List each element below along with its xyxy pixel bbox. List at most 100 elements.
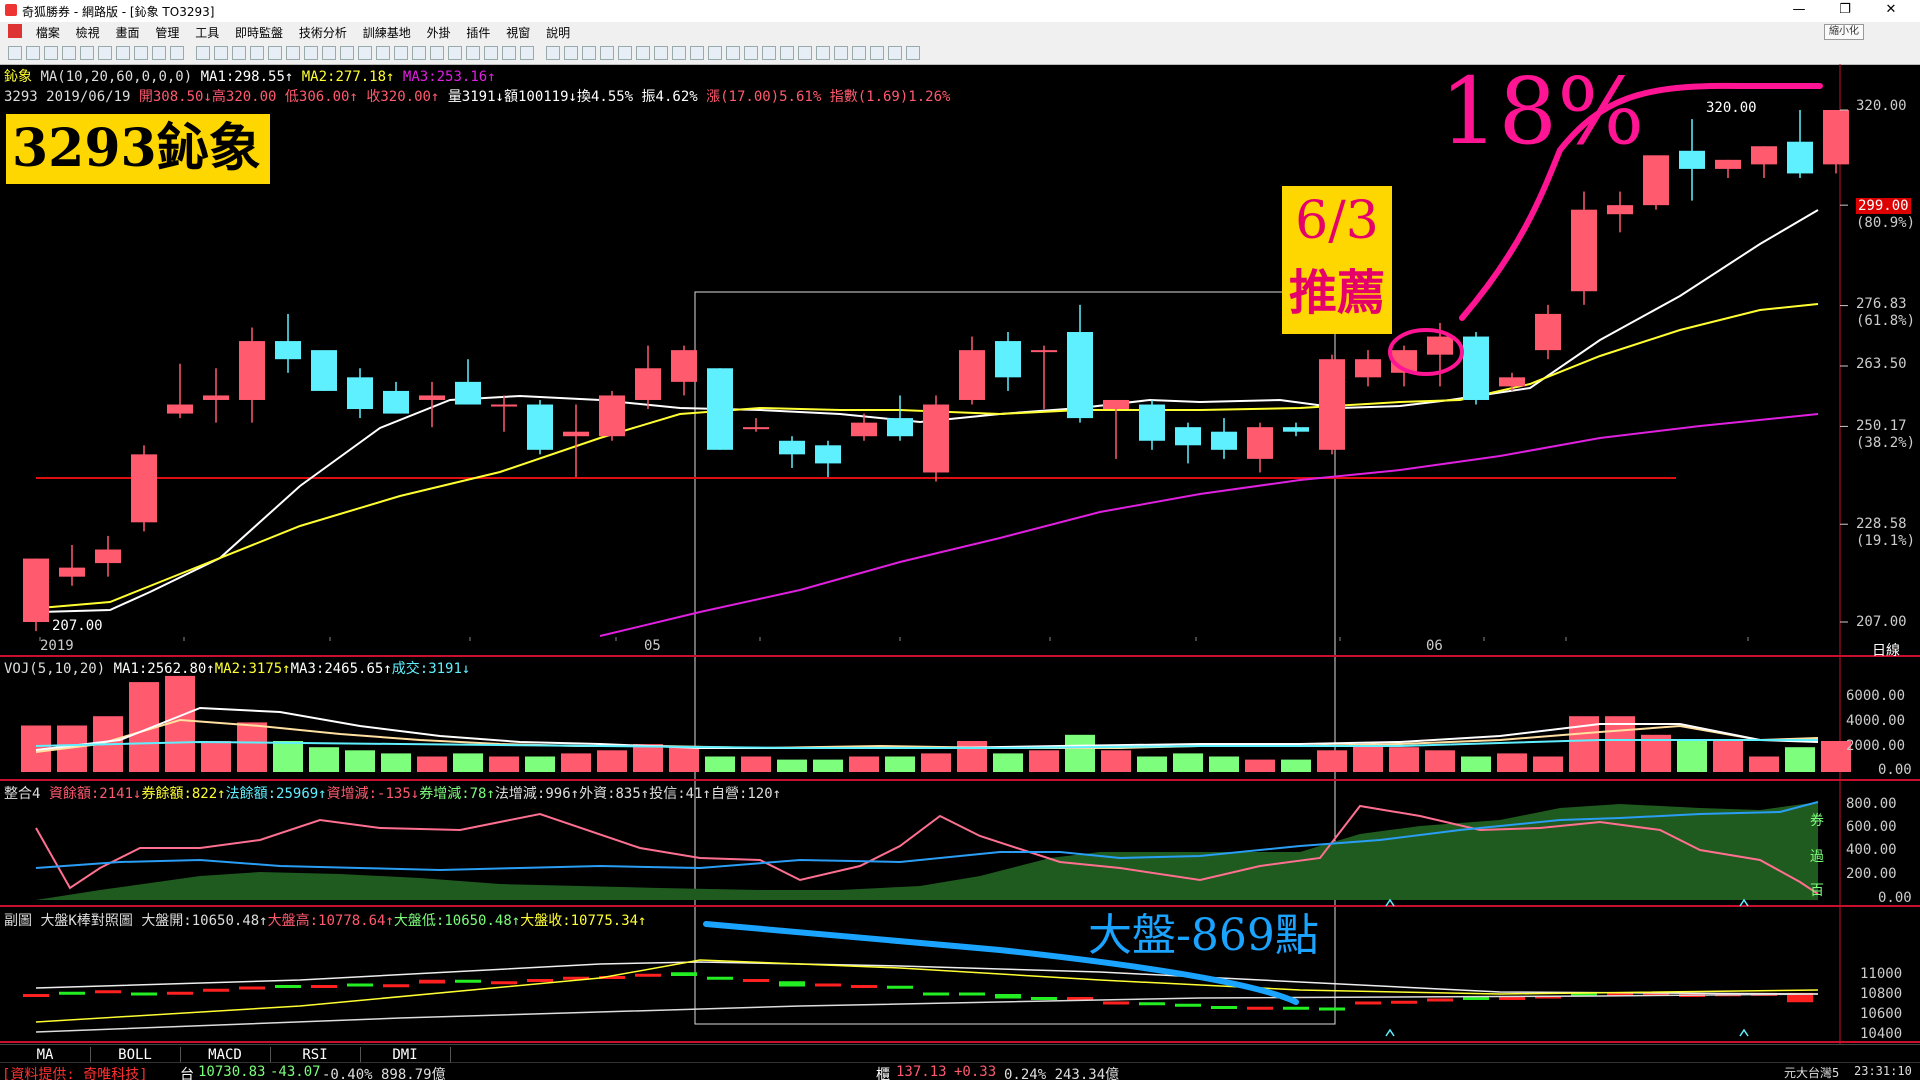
toolbar-tool-icon[interactable] <box>232 46 246 60</box>
toolbar-tool-icon[interactable] <box>98 46 112 60</box>
menu-plugins[interactable]: 插件 <box>460 22 496 43</box>
idx-tick-11000: 11000 <box>1860 966 1903 982</box>
index-open: 大盤開:10650.48↑ <box>141 913 268 929</box>
toolbar-tool-icon[interactable] <box>484 46 498 60</box>
toolbar-tool-icon[interactable] <box>502 46 516 60</box>
toolbar-tool-icon[interactable] <box>340 46 354 60</box>
index-candle <box>1463 997 1489 1000</box>
menu-addons[interactable]: 外掛 <box>421 22 457 43</box>
toolbar-tool-icon[interactable] <box>520 46 534 60</box>
menu-manage[interactable]: 管理 <box>149 22 185 43</box>
chip-side-1: 券 <box>1810 813 1824 829</box>
tab-boll[interactable]: BOLL <box>90 1047 181 1063</box>
toolbar-tool-icon[interactable] <box>196 46 210 60</box>
daily-label[interactable]: 日線 <box>1872 640 1900 660</box>
toolbar-tool-icon[interactable] <box>448 46 462 60</box>
tick-61pct: (61.8%) <box>1856 313 1916 329</box>
candle-body <box>1031 350 1057 353</box>
vol-ma3: MA3:2465.65↑ <box>290 661 392 677</box>
toolbar-tool-icon[interactable] <box>726 46 740 60</box>
toolbar-tool-icon[interactable] <box>152 46 166 60</box>
toolbar-tool-icon[interactable] <box>26 46 40 60</box>
toolbar-tool-icon[interactable] <box>744 46 758 60</box>
index-candle <box>311 985 337 988</box>
tab-dmi[interactable]: DMI <box>360 1047 451 1063</box>
toolbar-tool-icon[interactable] <box>304 46 318 60</box>
menu-training[interactable]: 訓練基地 <box>357 22 417 43</box>
toolbar-tool-icon[interactable] <box>834 46 848 60</box>
toolbar-tool-icon[interactable] <box>672 46 686 60</box>
tab-macd[interactable]: MACD <box>180 1047 271 1063</box>
restore-button[interactable]: ❐ <box>1822 0 1868 22</box>
twse-change: -43.07 <box>270 1064 321 1080</box>
menu-analysis[interactable]: 技術分析 <box>293 22 353 43</box>
candle-body <box>1139 404 1165 441</box>
index-candle <box>383 984 409 988</box>
menu-file[interactable]: 檔案 <box>30 22 66 43</box>
toolbar-tool-icon[interactable] <box>582 46 596 60</box>
volume-bar <box>921 753 951 772</box>
toolbar-tool-icon[interactable] <box>358 46 372 60</box>
tick-263: 263.50 <box>1856 356 1907 372</box>
volume-bar <box>1353 744 1383 772</box>
menu-view[interactable]: 檢視 <box>70 22 106 43</box>
toolbar-tool-icon[interactable] <box>816 46 830 60</box>
toolbar-tool-icon[interactable] <box>870 46 884 60</box>
candle-body <box>95 549 121 564</box>
toolbar-tool-icon[interactable] <box>618 46 632 60</box>
index-chart-title: 大盤K棒對照圖 <box>40 913 133 929</box>
menu-help[interactable]: 說明 <box>540 22 576 43</box>
toolbar-tool-icon[interactable] <box>376 46 390 60</box>
candle-body <box>1211 431 1237 450</box>
toolbar-tool-icon[interactable] <box>170 46 184 60</box>
toolbar-tool-icon[interactable] <box>80 46 94 60</box>
chip-area <box>35 801 1819 900</box>
toolbar-tool-icon[interactable] <box>250 46 264 60</box>
toolbar-tool-icon[interactable] <box>762 46 776 60</box>
toolbar-tool-icon[interactable] <box>690 46 704 60</box>
toolbar-tool-icon[interactable] <box>44 46 58 60</box>
toolbar-tool-icon[interactable] <box>430 46 444 60</box>
toolbar-tool-icon[interactable] <box>8 46 22 60</box>
candle-body <box>887 418 913 437</box>
tab-ma[interactable]: MA <box>0 1047 91 1063</box>
toolbar-tool-icon[interactable] <box>564 46 578 60</box>
toolbar-tool-icon[interactable] <box>268 46 282 60</box>
menu-monitor[interactable]: 即時監盤 <box>229 22 289 43</box>
menu-screen[interactable]: 畫面 <box>110 22 146 43</box>
toolbar-tool-icon[interactable] <box>546 46 560 60</box>
toolbar-tool-icon[interactable] <box>466 46 480 60</box>
volume-bar <box>1317 750 1347 772</box>
toolbar-tool-icon[interactable] <box>134 46 148 60</box>
chip-title: 整合4 <box>4 786 41 802</box>
toolbar-tool-icon[interactable] <box>394 46 408 60</box>
index-candle <box>23 994 49 997</box>
toolbar-tool-icon[interactable] <box>116 46 130 60</box>
toolbar-tool-icon[interactable] <box>708 46 722 60</box>
toolbar-tool-icon[interactable] <box>600 46 614 60</box>
toolbar-tool-icon[interactable] <box>62 46 76 60</box>
candle-body <box>1067 332 1093 419</box>
toolbar-tool-icon[interactable] <box>906 46 920 60</box>
toolbar-tool-icon[interactable] <box>322 46 336 60</box>
otc-pct: 0.24% 243.34億 <box>1004 1067 1120 1080</box>
minimize-button[interactable]: — <box>1776 0 1822 22</box>
toolbar-tool-icon[interactable] <box>780 46 794 60</box>
toolbar-tool-icon[interactable] <box>654 46 668 60</box>
toolbar-tool-icon[interactable] <box>798 46 812 60</box>
collapse-button[interactable]: 縮小化 <box>1824 24 1864 40</box>
index-candle <box>1211 1006 1237 1009</box>
index-candle <box>167 991 193 995</box>
menu-tools[interactable]: 工具 <box>189 22 225 43</box>
toolbar-tool-icon[interactable] <box>412 46 426 60</box>
menu-window[interactable]: 視窗 <box>500 22 536 43</box>
toolbar-tool-icon[interactable] <box>636 46 650 60</box>
toolbar-tool-icon[interactable] <box>888 46 902 60</box>
toolbar-tool-icon[interactable] <box>214 46 228 60</box>
toolbar-tool-icon[interactable] <box>852 46 866 60</box>
tab-rsi[interactable]: RSI <box>270 1047 361 1063</box>
close-button[interactable]: ✕ <box>1868 0 1914 22</box>
volume-bar <box>1389 747 1419 772</box>
app-menu-icon[interactable] <box>8 24 22 38</box>
toolbar-tool-icon[interactable] <box>286 46 300 60</box>
